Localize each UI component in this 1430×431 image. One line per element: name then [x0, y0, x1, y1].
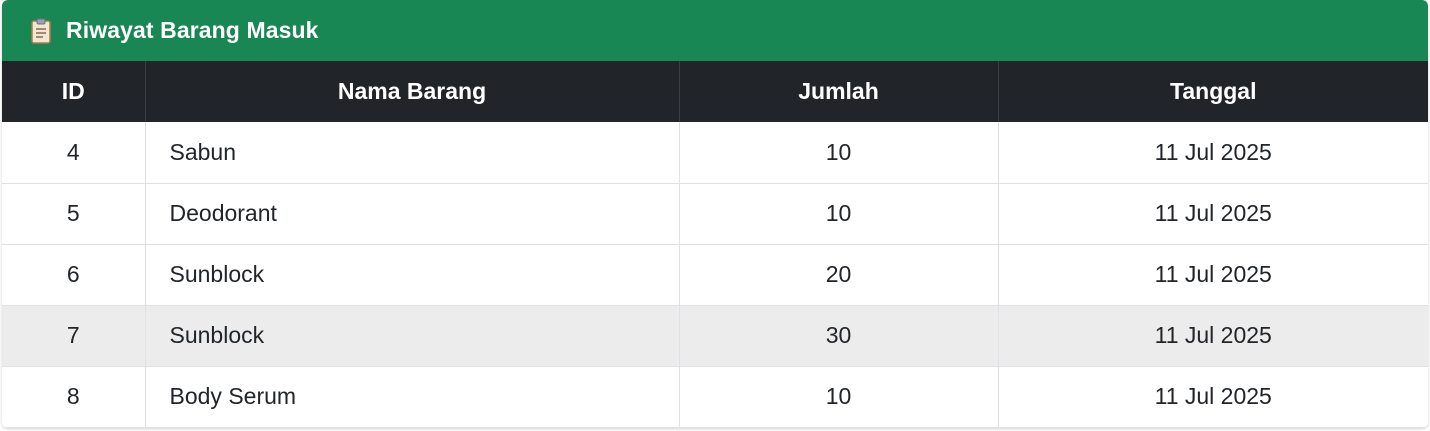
cell-date: 11 Jul 2025	[998, 122, 1428, 184]
incoming-goods-table: ID Nama Barang Jumlah Tanggal 4 Sabun 10…	[2, 61, 1428, 428]
table-row: 8 Body Serum 10 11 Jul 2025	[2, 366, 1428, 428]
table-header-row: ID Nama Barang Jumlah Tanggal	[2, 61, 1428, 122]
cell-id: 4	[2, 122, 146, 184]
card-header: Riwayat Barang Masuk	[2, 0, 1428, 61]
cell-name: Deodorant	[145, 183, 680, 245]
table-row: 6 Sunblock 20 11 Jul 2025	[2, 244, 1428, 306]
table-row-highlighted: 7 Sunblock 30 11 Jul 2025	[2, 305, 1428, 367]
table-row: 5 Deodorant 10 11 Jul 2025	[2, 183, 1428, 245]
cell-quantity: 10	[679, 366, 999, 428]
column-header-quantity: Jumlah	[679, 61, 999, 122]
column-header-name: Nama Barang	[145, 61, 680, 122]
cell-name: Sunblock	[145, 305, 680, 367]
cell-id: 8	[2, 366, 146, 428]
cell-date: 11 Jul 2025	[998, 305, 1428, 367]
cell-id: 5	[2, 183, 146, 245]
cell-name: Sabun	[145, 122, 680, 184]
table-row: 4 Sabun 10 11 Jul 2025	[2, 122, 1428, 184]
cell-quantity: 20	[679, 244, 999, 306]
cell-name: Sunblock	[145, 244, 680, 306]
cell-quantity: 10	[679, 183, 999, 245]
cell-quantity: 10	[679, 122, 999, 184]
cell-id: 7	[2, 305, 146, 367]
cell-date: 11 Jul 2025	[998, 183, 1428, 245]
cell-date: 11 Jul 2025	[998, 244, 1428, 306]
cell-date: 11 Jul 2025	[998, 366, 1428, 428]
cell-quantity: 30	[679, 305, 999, 367]
column-header-id: ID	[2, 61, 146, 122]
page-title: Riwayat Barang Masuk	[66, 17, 319, 43]
cell-name: Body Serum	[145, 366, 680, 428]
cell-id: 6	[2, 244, 146, 306]
column-header-date: Tanggal	[1170, 78, 1257, 104]
incoming-goods-card: Riwayat Barang Masuk ID Nama Barang Juml…	[2, 0, 1428, 428]
clipboard-icon	[30, 18, 52, 44]
